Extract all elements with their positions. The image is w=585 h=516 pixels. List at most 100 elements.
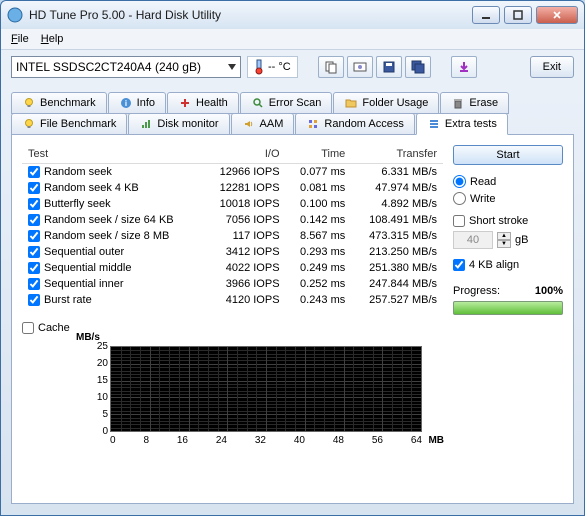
speaker-icon <box>242 117 256 131</box>
tab-folder-usage[interactable]: Folder Usage <box>333 92 439 114</box>
tab-info[interactable]: iInfo <box>108 92 166 114</box>
tab-aam[interactable]: AAM <box>231 113 295 135</box>
test-checkbox[interactable] <box>28 246 40 258</box>
x-tick: 24 <box>216 435 227 446</box>
cell-io: 12966 IOPS <box>203 164 286 181</box>
cell-transfer: 213.250 MB/s <box>351 244 443 260</box>
write-radio[interactable] <box>453 192 466 205</box>
progress-bar <box>453 301 563 315</box>
thermometer-icon <box>254 59 264 75</box>
download-button[interactable] <box>451 56 477 78</box>
test-name: Random seek / size 64 KB <box>44 214 174 226</box>
short-stroke-checkbox[interactable] <box>453 215 465 227</box>
short-stroke-label: Short stroke <box>469 215 528 227</box>
drive-select-value: INTEL SSDSC2CT240A4 (240 gB) <box>16 60 201 74</box>
table-row: Sequential outer3412 IOPS0.293 ms213.250… <box>22 244 443 260</box>
cell-time: 8.567 ms <box>286 228 352 244</box>
maximize-button[interactable] <box>504 6 532 24</box>
stroke-unit: gB <box>515 234 528 246</box>
tab-label: Health <box>196 97 228 109</box>
col-io[interactable]: I/O <box>203 145 286 164</box>
align-checkbox[interactable] <box>453 259 465 271</box>
app-icon <box>7 7 23 23</box>
write-label: Write <box>470 193 495 205</box>
plus-icon <box>178 96 192 110</box>
cell-io: 10018 IOPS <box>203 196 286 212</box>
cell-time: 0.100 ms <box>286 196 352 212</box>
tab-benchmark[interactable]: Benchmark <box>11 92 107 114</box>
test-name: Random seek 4 KB <box>44 182 139 194</box>
test-checkbox[interactable] <box>28 278 40 290</box>
test-name: Sequential outer <box>44 246 124 258</box>
start-button[interactable]: Start <box>453 145 563 165</box>
exit-button[interactable]: Exit <box>530 56 574 78</box>
cell-transfer: 257.527 MB/s <box>351 292 443 308</box>
x-tick: 8 <box>143 435 149 446</box>
y-tick: 25 <box>82 341 108 352</box>
y-tick: 0 <box>82 426 108 437</box>
close-button[interactable] <box>536 6 578 24</box>
tab-label: Folder Usage <box>362 97 428 109</box>
cell-transfer: 251.380 MB/s <box>351 260 443 276</box>
minimize-button[interactable] <box>472 6 500 24</box>
table-row: Random seek 4 KB12281 IOPS0.081 ms47.974… <box>22 180 443 196</box>
cell-transfer: 47.974 MB/s <box>351 180 443 196</box>
read-radio[interactable] <box>453 175 466 188</box>
test-checkbox[interactable] <box>28 262 40 274</box>
copy-button[interactable] <box>318 56 344 78</box>
screenshot-button[interactable] <box>347 56 373 78</box>
rand-icon <box>306 117 320 131</box>
stroke-spinner[interactable]: ▲▼ <box>497 232 511 248</box>
panel-extra-tests: TestI/OTimeTransfer Random seek12966 IOP… <box>11 134 574 504</box>
saveall-button[interactable] <box>405 56 431 78</box>
test-checkbox[interactable] <box>28 198 40 210</box>
tab-error-scan[interactable]: Error Scan <box>240 92 333 114</box>
tab-label: AAM <box>260 118 284 130</box>
test-checkbox[interactable] <box>28 182 40 194</box>
tab-label: Disk monitor <box>157 118 218 130</box>
table-row: Random seek12966 IOPS0.077 ms6.331 MB/s <box>22 164 443 181</box>
test-checkbox[interactable] <box>28 214 40 226</box>
y-tick: 5 <box>82 409 108 420</box>
test-checkbox[interactable] <box>28 230 40 242</box>
save-button[interactable] <box>376 56 402 78</box>
search-icon <box>251 96 265 110</box>
test-checkbox[interactable] <box>28 294 40 306</box>
col-transfer[interactable]: Transfer <box>351 145 443 164</box>
test-checkbox[interactable] <box>28 166 40 178</box>
progress-value: 100% <box>535 285 563 297</box>
window-title: HD Tune Pro 5.00 - Hard Disk Utility <box>23 8 472 22</box>
cell-io: 3966 IOPS <box>203 276 286 292</box>
tab-disk-monitor[interactable]: Disk monitor <box>128 113 229 135</box>
col-time[interactable]: Time <box>286 145 352 164</box>
results-table: TestI/OTimeTransfer Random seek12966 IOP… <box>22 145 443 308</box>
list-icon <box>427 117 441 131</box>
menu-file[interactable]: File <box>11 33 29 45</box>
table-row: Sequential inner3966 IOPS0.252 ms247.844… <box>22 276 443 292</box>
cell-io: 4120 IOPS <box>203 292 286 308</box>
bulb-icon <box>22 96 36 110</box>
tab-erase[interactable]: Erase <box>440 92 509 114</box>
x-tick: 32 <box>255 435 266 446</box>
tab-label: Error Scan <box>269 97 322 109</box>
temperature-value: -- °C <box>268 61 291 73</box>
drive-select[interactable]: INTEL SSDSC2CT240A4 (240 gB) <box>11 56 241 78</box>
cell-io: 3412 IOPS <box>203 244 286 260</box>
tab-file-benchmark[interactable]: File Benchmark <box>11 113 127 135</box>
tab-label: Benchmark <box>40 97 96 109</box>
tab-random-access[interactable]: Random Access <box>295 113 414 135</box>
col-test[interactable]: Test <box>22 145 203 164</box>
cache-label: Cache <box>38 322 70 334</box>
cell-transfer: 4.892 MB/s <box>351 196 443 212</box>
cell-time: 0.243 ms <box>286 292 352 308</box>
cell-time: 0.081 ms <box>286 180 352 196</box>
cell-time: 0.249 ms <box>286 260 352 276</box>
table-row: Sequential middle4022 IOPS0.249 ms251.38… <box>22 260 443 276</box>
menu-help[interactable]: Help <box>41 33 64 45</box>
tab-health[interactable]: Health <box>167 92 239 114</box>
stroke-value-input[interactable] <box>453 231 493 249</box>
cache-checkbox[interactable] <box>22 322 34 334</box>
tab-extra-tests[interactable]: Extra tests <box>416 113 508 135</box>
table-row: Random seek / size 64 KB7056 IOPS0.142 m… <box>22 212 443 228</box>
x-tick: 48 <box>333 435 344 446</box>
